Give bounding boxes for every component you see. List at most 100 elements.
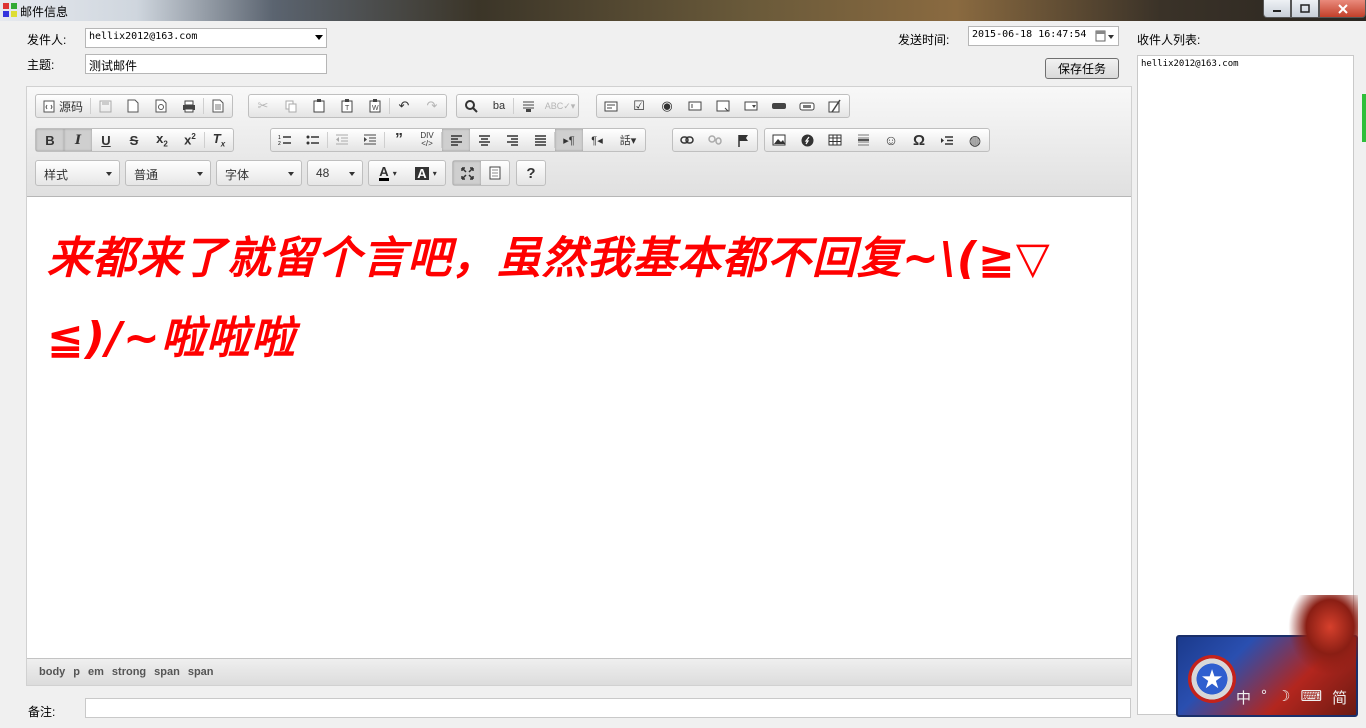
rtl-button[interactable]: ¶◂	[583, 129, 611, 151]
omega-icon: Ω	[912, 131, 926, 149]
horizontal-rule-button[interactable]	[849, 129, 877, 151]
path-item-p[interactable]: p	[73, 666, 80, 678]
select-all-button[interactable]	[514, 95, 542, 117]
iframe-button[interactable]: ◍	[961, 129, 989, 151]
calendar-dropdown-icon[interactable]	[1095, 30, 1115, 43]
background-color-button[interactable]: A ▾	[407, 161, 445, 185]
justify-button[interactable]	[526, 129, 554, 151]
remove-format-button[interactable]: Tx	[205, 129, 233, 151]
copy-button[interactable]	[277, 95, 305, 117]
spellcheck-button[interactable]: ABC✓▾	[542, 95, 578, 117]
hidden-field-button[interactable]	[821, 95, 849, 117]
button-control-button[interactable]	[765, 95, 793, 117]
radio-button[interactable]: ◉	[653, 95, 681, 117]
bold-icon: B	[45, 132, 55, 148]
save-doc-button[interactable]	[91, 95, 119, 117]
indent-button[interactable]	[356, 129, 384, 151]
send-time-picker[interactable]: 2015-06-18 16:47:54	[968, 26, 1119, 46]
editor-content[interactable]: 来都来了就留个言吧，虽然我基本都不回复~\(≧▽ ≦)/~啦啦啦	[27, 197, 1131, 658]
ltr-button[interactable]: ▸¶	[555, 129, 583, 151]
ime-width-toggle[interactable]: 简	[1332, 687, 1347, 708]
checkbox-button[interactable]: ☑	[625, 95, 653, 117]
textfield-button[interactable]	[681, 95, 709, 117]
textarea-button[interactable]	[709, 95, 737, 117]
page-break-button[interactable]	[933, 129, 961, 151]
text-color-button[interactable]: A ▾	[369, 161, 407, 185]
remark-input[interactable]	[85, 698, 1131, 718]
paste-word-button[interactable]: W	[361, 95, 389, 117]
bulleted-list-button[interactable]	[299, 129, 327, 151]
language-icon: 話▾	[619, 135, 637, 147]
underline-button[interactable]: U	[92, 129, 120, 151]
save-task-button[interactable]: 保存任务	[1045, 58, 1119, 79]
align-left-button[interactable]	[442, 129, 470, 151]
anchor-button[interactable]	[729, 129, 757, 151]
bold-button[interactable]: B	[36, 129, 64, 151]
smiley-button[interactable]: ☺	[877, 129, 905, 151]
undo-button[interactable]: ↶	[390, 95, 418, 117]
source-button[interactable]: 源码	[36, 95, 90, 117]
subscript-button[interactable]: x2	[148, 129, 176, 151]
superscript-button[interactable]: x2	[176, 129, 204, 151]
strike-button[interactable]: S	[120, 129, 148, 151]
italic-button[interactable]: I	[64, 129, 92, 151]
maximize-button[interactable]	[1291, 0, 1319, 18]
save-icon	[99, 100, 111, 112]
font-size-dropdown[interactable]: 48	[307, 160, 363, 186]
subject-input[interactable]: 测试邮件	[85, 54, 327, 74]
cut-button[interactable]: ✂	[249, 95, 277, 117]
path-item-em[interactable]: em	[88, 666, 104, 678]
numbered-list-button[interactable]: 12	[271, 129, 299, 151]
path-item-span[interactable]: span	[154, 666, 180, 678]
maximize-editor-button[interactable]	[453, 161, 481, 185]
language-button[interactable]: 話▾	[611, 129, 645, 151]
close-button[interactable]	[1319, 0, 1366, 18]
find-button[interactable]	[457, 95, 485, 117]
horizontal-rule-icon	[857, 134, 869, 146]
show-blocks-button[interactable]	[481, 161, 509, 185]
image-button[interactable]	[765, 129, 793, 151]
align-center-button[interactable]	[470, 129, 498, 151]
align-right-button[interactable]	[498, 129, 526, 151]
list-item[interactable]: hellix2012@163.com	[1141, 59, 1350, 69]
help-button[interactable]: ?	[517, 161, 545, 185]
format-dropdown[interactable]: 普通	[125, 160, 211, 186]
window-title: 邮件信息	[20, 5, 69, 19]
sender-combobox[interactable]: hellix2012@163.com	[85, 28, 327, 48]
outdent-button[interactable]	[328, 129, 356, 151]
form-button[interactable]	[597, 95, 625, 117]
ime-mode-toggle[interactable]: 中	[1236, 687, 1251, 708]
button-control-icon	[772, 103, 786, 109]
preview-button[interactable]	[147, 95, 175, 117]
redo-button[interactable]: ↷	[418, 95, 446, 117]
new-page-button[interactable]	[119, 95, 147, 117]
unlink-button[interactable]	[701, 129, 729, 151]
image-button-control[interactable]	[793, 95, 821, 117]
print-button[interactable]	[175, 95, 203, 117]
path-item-body[interactable]: body	[39, 666, 65, 678]
chevron-down-icon	[288, 172, 294, 176]
blockquote-button[interactable]: ”	[385, 129, 413, 151]
font-dropdown[interactable]: 字体	[216, 160, 302, 186]
table-button[interactable]	[821, 129, 849, 151]
styles-dropdown[interactable]: 样式	[35, 160, 120, 186]
new-page-icon	[127, 99, 139, 113]
select-button[interactable]	[737, 95, 765, 117]
ltr-icon: ▸¶	[563, 134, 575, 147]
moon-icon[interactable]: ☽	[1277, 687, 1290, 708]
keyboard-icon[interactable]: ⌨	[1300, 687, 1322, 708]
link-button[interactable]	[673, 129, 701, 151]
templates-button[interactable]	[204, 95, 232, 117]
punctuation-icon[interactable]: °	[1261, 687, 1267, 708]
minimize-button[interactable]	[1263, 0, 1291, 18]
flash-button[interactable]	[793, 129, 821, 151]
replace-button[interactable]: b͏a	[485, 95, 513, 117]
path-item-strong[interactable]: strong	[112, 666, 146, 678]
path-item-span-2[interactable]: span	[188, 666, 214, 678]
special-char-button[interactable]: Ω	[905, 129, 933, 151]
ime-status-widget[interactable]: ★ 中 ° ☽ ⌨ 简	[1176, 595, 1366, 717]
close-icon	[1337, 3, 1348, 14]
paste-text-button[interactable]: T	[333, 95, 361, 117]
create-div-button[interactable]: DIV </>	[413, 129, 441, 151]
paste-button[interactable]	[305, 95, 333, 117]
